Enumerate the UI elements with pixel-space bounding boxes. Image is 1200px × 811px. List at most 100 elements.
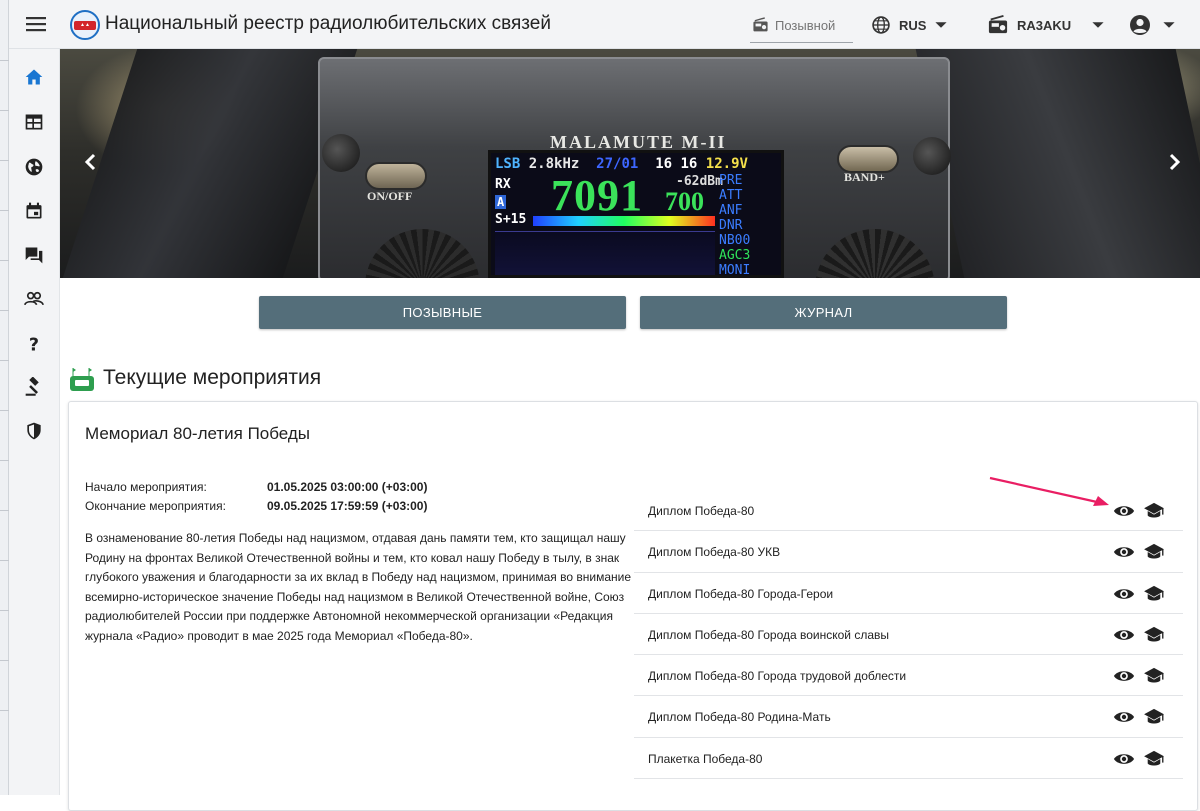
journal-button[interactable]: ЖУРНАЛ bbox=[640, 296, 1007, 329]
carousel-prev-button[interactable] bbox=[78, 150, 102, 174]
station-select[interactable]: RA3AKU bbox=[987, 12, 1071, 38]
graduation-cap-icon bbox=[1144, 750, 1164, 766]
sidebar-item-rules[interactable] bbox=[22, 375, 46, 399]
eye-icon bbox=[1113, 753, 1135, 764]
eye-icon bbox=[1113, 547, 1135, 558]
chevron-right-icon bbox=[1169, 153, 1181, 171]
display-rx: RX bbox=[495, 177, 511, 192]
display-menu-item: MONI bbox=[719, 263, 751, 278]
window-left-edge bbox=[0, 0, 9, 795]
view-award-button[interactable] bbox=[1112, 747, 1136, 771]
display-menu-item: ATT bbox=[719, 188, 743, 203]
view-award-button[interactable] bbox=[1112, 705, 1136, 729]
award-row: Диплом Победа-80 Города-Герои bbox=[634, 573, 1183, 614]
eye-icon bbox=[1113, 630, 1135, 640]
view-award-button[interactable] bbox=[1112, 540, 1136, 564]
menu-button[interactable] bbox=[24, 12, 48, 36]
people-icon bbox=[24, 291, 44, 306]
display-menu-item: DNR bbox=[719, 218, 743, 233]
award-row: Диплом Победа-80 Родина-Мать bbox=[634, 696, 1183, 738]
calendar-icon bbox=[26, 202, 42, 219]
apply-award-button[interactable] bbox=[1142, 540, 1166, 564]
display-n2: 16 bbox=[680, 156, 698, 172]
event-start-label: Начало мероприятия: bbox=[85, 480, 207, 494]
display-menu-item: PRE bbox=[719, 173, 743, 188]
callsigns-button[interactable]: ПОЗЫВНЫЕ bbox=[259, 296, 626, 329]
display-menu-item: AGC3 bbox=[719, 248, 751, 263]
view-award-button[interactable] bbox=[1112, 582, 1136, 606]
sidebar-item-security[interactable] bbox=[22, 419, 46, 443]
radio-band-label: BAND+ bbox=[844, 170, 885, 184]
view-award-button[interactable] bbox=[1112, 499, 1136, 523]
display-frequency-sub: 700 bbox=[665, 187, 704, 216]
event-description: В ознаменование 80-летия Победы над наци… bbox=[85, 531, 632, 643]
sidebar-item-help[interactable]: ? bbox=[22, 332, 46, 356]
chevron-down-icon bbox=[935, 22, 948, 28]
display-waterfall bbox=[495, 231, 715, 275]
carousel-image-bg bbox=[62, 49, 358, 278]
callsign-input[interactable] bbox=[775, 17, 853, 33]
home-icon bbox=[25, 69, 43, 85]
station-label: RA3AKU bbox=[1017, 17, 1072, 33]
station-dropdown-button[interactable] bbox=[1085, 12, 1111, 38]
sidebar-item-events[interactable] bbox=[22, 199, 46, 223]
eye-icon bbox=[1113, 506, 1135, 516]
svg-text:?: ? bbox=[29, 336, 39, 354]
callsign-search[interactable] bbox=[750, 8, 853, 43]
app-title: Национальный реестр радиолюбительских св… bbox=[105, 13, 551, 34]
radio-display: LSB 2.8kHz 27/01 16 16 12.9V RX A S+15 -… bbox=[488, 150, 784, 278]
sidebar-item-home[interactable] bbox=[22, 65, 46, 89]
chevron-left-icon bbox=[84, 153, 96, 171]
sidebar-item-users[interactable] bbox=[22, 287, 46, 311]
award-name: Диплом Победа-80 Родина-Мать bbox=[648, 710, 831, 725]
display-menu-item: ANF bbox=[719, 203, 743, 218]
carousel-next-button[interactable] bbox=[1163, 150, 1187, 174]
sidebar-item-chat[interactable] bbox=[22, 243, 46, 267]
table-icon bbox=[25, 114, 43, 130]
view-award-button[interactable] bbox=[1112, 664, 1136, 688]
carousel-image-bg-right bbox=[915, 49, 1200, 278]
graduation-cap-icon bbox=[1144, 668, 1164, 683]
award-row: Диплом Победа-80 УКВ bbox=[634, 531, 1183, 573]
radio-band-button-image bbox=[837, 145, 899, 173]
eye-icon bbox=[1113, 671, 1135, 681]
event-start-value: 01.05.2025 03:00:00 (+03:00) bbox=[267, 480, 428, 494]
award-name: Диплом Победа-80 bbox=[648, 504, 755, 518]
apply-award-button[interactable] bbox=[1142, 705, 1166, 729]
graduation-cap-icon bbox=[1144, 585, 1164, 601]
section-title: Текущие мероприятия bbox=[103, 366, 322, 389]
hamburger-icon bbox=[26, 17, 46, 32]
view-award-button[interactable] bbox=[1112, 623, 1136, 647]
eye-icon bbox=[1113, 588, 1135, 599]
display-mode: LSB bbox=[495, 156, 521, 172]
event-card: Мемориал 80-летия Победы Начало мероприя… bbox=[68, 401, 1198, 811]
event-end-label: Окончание мероприятия: bbox=[85, 499, 226, 513]
language-label: RUS bbox=[899, 17, 927, 33]
apply-award-button[interactable] bbox=[1142, 582, 1166, 606]
award-name: Диплом Победа-80 Города воинской славы bbox=[648, 627, 890, 642]
radio-knob bbox=[913, 137, 951, 175]
sidebar-item-world[interactable] bbox=[22, 155, 46, 179]
help-icon: ? bbox=[29, 336, 39, 354]
event-end-value: 09.05.2025 17:59:59 (+03:00) bbox=[267, 499, 428, 513]
award-row: Диплом Победа-80 bbox=[634, 490, 1183, 532]
app-logo[interactable]: ▲▲ bbox=[70, 10, 100, 40]
apply-award-button[interactable] bbox=[1142, 499, 1166, 523]
apply-award-button[interactable] bbox=[1142, 623, 1166, 647]
award-name: Диплом Победа-80 Города трудовой доблест… bbox=[648, 669, 907, 684]
award-name: Плакетка Победа-80 bbox=[648, 751, 763, 766]
radio-onoff-button-image bbox=[365, 162, 427, 190]
side-navigation: ? bbox=[9, 49, 60, 795]
apply-award-button[interactable] bbox=[1142, 664, 1166, 688]
award-name: Диплом Победа-80 УКВ bbox=[648, 545, 781, 560]
account-menu[interactable] bbox=[1128, 12, 1176, 38]
apply-award-button[interactable] bbox=[1142, 747, 1166, 771]
language-select[interactable]: RUS bbox=[871, 12, 948, 38]
stadium-icon bbox=[70, 368, 94, 391]
display-menu-item: NB00 bbox=[719, 233, 751, 248]
display-n1: 16 bbox=[655, 156, 673, 172]
award-row: Плакетка Победа-80 bbox=[634, 738, 1183, 780]
display-signal-bar bbox=[533, 216, 715, 226]
sidebar-item-log[interactable] bbox=[22, 110, 46, 134]
graduation-cap-icon bbox=[1144, 709, 1164, 725]
